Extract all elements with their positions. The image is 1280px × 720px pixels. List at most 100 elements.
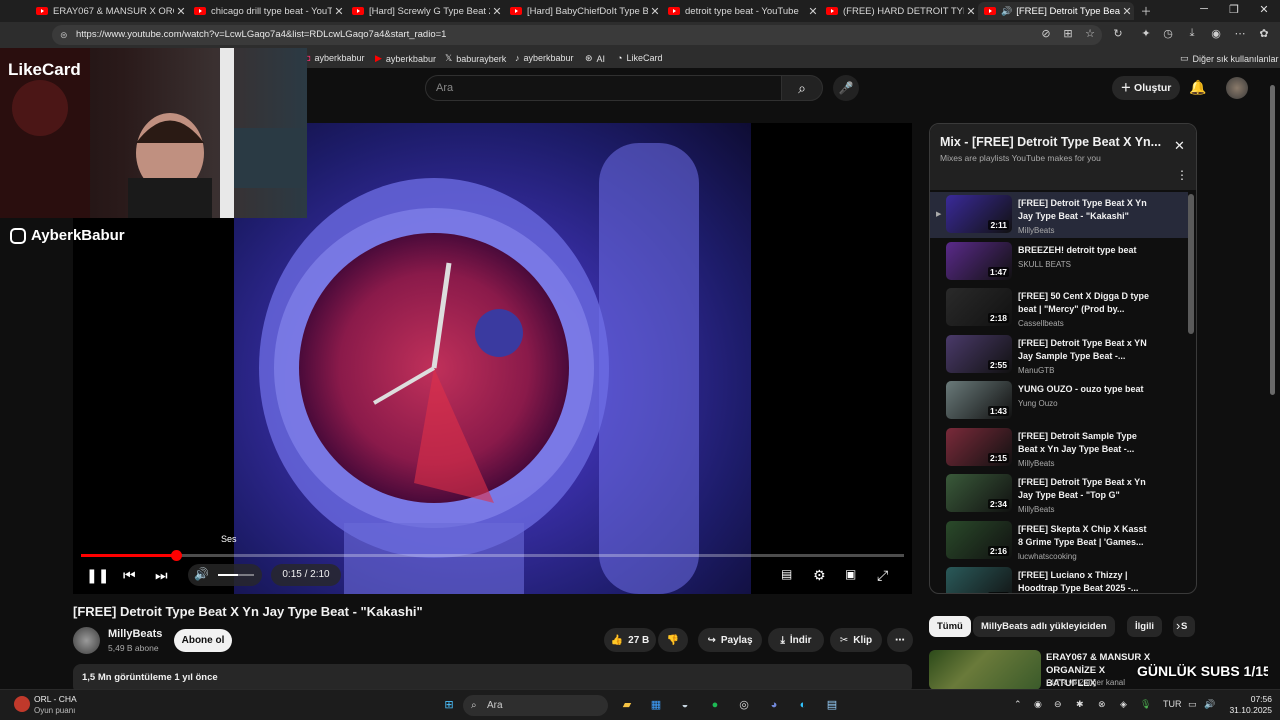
browser-tab[interactable]: detroit type beat - YouTube ✕	[662, 2, 820, 20]
tray-app-icon[interactable]: ✱	[1076, 699, 1084, 710]
clip-button[interactable]: ✂ Klip	[830, 628, 882, 652]
playlist-item[interactable]: 2:18 [FREE] 50 Cent X Digga D type beat |…	[930, 285, 1188, 331]
more-actions-button[interactable]: ⋯	[887, 628, 913, 652]
game-score-icon[interactable]	[14, 696, 30, 712]
playlist-item[interactable]: 1:43 YUNG OUZO - ouzo type beat Yung Ouzo	[930, 378, 1188, 424]
dislike-button[interactable]: 👎	[658, 628, 688, 652]
maximize-icon[interactable]: ❐	[1222, 3, 1246, 16]
voice-search-button[interactable]: 🎤	[833, 75, 859, 101]
volume-control[interactable]: 🔊	[188, 564, 262, 586]
playlist-item-title[interactable]: [FREE] Detroit Type Beat x Yn Jay Type B…	[1018, 476, 1153, 502]
subscribe-button[interactable]: Abone ol	[174, 629, 232, 652]
notifications-bell-icon[interactable]: 🔔	[1189, 79, 1206, 96]
browser-tab[interactable]: [Hard] Screwly G Type Beat 2025✕	[346, 2, 504, 20]
progress-scrubber[interactable]	[170, 550, 182, 561]
playlist-item[interactable]: 2:15 [FREE] Detroit Sample Type Beat x Yn…	[930, 425, 1188, 471]
playlist-item-title[interactable]: YUNG OUZO - ouzo type beat	[1018, 383, 1153, 396]
playlist-thumbnail[interactable]: 2:18	[946, 288, 1012, 326]
extensions-icon[interactable]: ✦	[1138, 27, 1154, 40]
filter-chip[interactable]: İlgili	[1127, 616, 1162, 637]
close-tab-icon[interactable]: ✕	[964, 5, 978, 18]
playlist-menu-icon[interactable]: ⋮	[1176, 168, 1188, 182]
pause-button[interactable]: ❚❚	[86, 567, 109, 584]
tray-overflow-icon[interactable]: ⌃	[1014, 699, 1022, 710]
windows-start-icon[interactable]: ⊞	[440, 697, 458, 714]
playlist-item-title[interactable]: [FREE] Detroit Sample Type Beat x Yn Jay…	[1018, 430, 1153, 456]
browser-tab[interactable]: ERAY067 & MANSUR X ORGANİZE✕	[30, 2, 188, 20]
spotify-icon[interactable]: ●	[706, 697, 724, 714]
minimize-icon[interactable]: ─	[1192, 3, 1216, 15]
filter-chip[interactable]: MillyBeats adlı yükleyiciden	[973, 616, 1115, 637]
browser-tab[interactable]: (FREE) HARD DETROIT TYPE BEAT✕	[820, 2, 978, 20]
tray-app-icon[interactable]: ◉	[1034, 699, 1042, 710]
window-close-icon[interactable]: ✕	[1252, 3, 1276, 16]
tray-app-icon[interactable]: ⊗	[1098, 699, 1106, 710]
address-bar[interactable]: ⊜ https://www.youtube.com/watch?v=LcwLGa…	[52, 25, 1102, 45]
playlist-item[interactable]: 2:55 [FREE] Detroit Type Beat x YN Jay Sa…	[930, 332, 1188, 378]
like-button[interactable]: 👍 27 B	[604, 628, 656, 652]
site-info-icon[interactable]: ⊜	[60, 25, 68, 45]
tray-app-icon[interactable]: ◈	[1120, 699, 1127, 710]
refresh-icon[interactable]: ↻	[1110, 27, 1126, 40]
playlist-item[interactable]: 2:17 [FREE] Luciano x Thizzy | Hoodtrap T…	[930, 564, 1188, 593]
playlist-item[interactable]: 1:47 BREEZEH! detroit type beat SKULL BEAT…	[930, 239, 1188, 285]
bookmark-item[interactable]: ⊛ AI	[585, 53, 605, 64]
playlist-item[interactable]: ▶ 2:11 [FREE] Detroit Type Beat X Yn Jay T…	[930, 192, 1188, 238]
playlist-item-title[interactable]: [FREE] Detroit Type Beat x YN Jay Sample…	[1018, 337, 1153, 363]
tray-app-icon[interactable]: ⊖	[1054, 699, 1062, 710]
language-indicator[interactable]: TUR	[1163, 699, 1182, 709]
browser-tab[interactable]: [Hard] BabyChiefDoIt Type Beat 2✕	[504, 2, 662, 20]
bookmark-item[interactable]: ◔ LikeCard	[617, 53, 662, 63]
account-avatar[interactable]	[1226, 77, 1248, 99]
playlist-item-title[interactable]: [FREE] Detroit Type Beat X Yn Jay Type B…	[1018, 197, 1153, 223]
chips-next-icon[interactable]: ›	[1176, 618, 1180, 633]
playlist-thumbnail[interactable]: 2:55	[946, 334, 1012, 373]
captions-icon[interactable]: ▤	[781, 567, 792, 581]
close-tab-icon[interactable]: ✕	[174, 5, 188, 18]
playlist-scrollbar[interactable]	[1188, 194, 1194, 334]
playlist-title[interactable]: Mix - [FREE] Detroit Type Beat X Yn...	[940, 135, 1161, 149]
fullscreen-icon[interactable]: ⤢	[877, 567, 888, 584]
playlist-thumbnail[interactable]: 2:17	[946, 567, 1012, 593]
progress-bar[interactable]	[81, 554, 904, 557]
edge-icon[interactable]: ◐	[794, 697, 812, 714]
new-tab-icon[interactable]: ＋	[1134, 3, 1158, 19]
discord-icon[interactable]: ◕	[765, 697, 783, 714]
playlist-item-title[interactable]: [FREE] 50 Cent X Digga D type beat | "Me…	[1018, 290, 1153, 316]
microphone-icon[interactable]: 🎙	[1140, 699, 1151, 710]
profile-icon[interactable]: ◉	[1208, 27, 1224, 40]
bookmark-item[interactable]: 𝕏baburayberk	[445, 53, 506, 64]
history-icon[interactable]: ◷	[1160, 27, 1176, 40]
settings-gear-icon[interactable]: ⚙	[813, 567, 826, 584]
playlist-item-title[interactable]: [FREE] Skepta X Chip X Kasst 8 Grime Typ…	[1018, 523, 1153, 549]
channel-avatar[interactable]	[73, 627, 100, 654]
browser-tab-active[interactable]: 🔊[FREE] Detroit Type Beat X Y✕	[978, 2, 1134, 20]
close-tab-icon[interactable]: ✕	[332, 5, 346, 18]
volume-icon[interactable]: 🔊	[194, 567, 209, 581]
notepad-icon[interactable]: ▤	[823, 697, 841, 714]
previous-button[interactable]: ⏮	[123, 567, 136, 584]
other-bookmarks[interactable]: ▭ Diğer sık kullanılanlar	[1180, 53, 1279, 64]
filter-chip[interactable]: Tümü	[929, 616, 971, 637]
page-scroll-thumb[interactable]	[1270, 85, 1275, 395]
recommended-thumbnail[interactable]	[929, 650, 1041, 690]
share-button[interactable]: ↪ Paylaş	[698, 628, 762, 652]
copilot-icon[interactable]: ✿	[1256, 27, 1272, 40]
close-tab-icon[interactable]: ✕	[490, 5, 504, 18]
file-explorer-icon[interactable]: ▰	[618, 697, 636, 714]
playlist-item-title[interactable]: [FREE] Luciano x Thizzy | Hoodtrap Type …	[1018, 569, 1153, 593]
close-tab-icon[interactable]: ✕	[1120, 5, 1134, 18]
bookmark-item[interactable]: ◘ ayberkbabur	[305, 53, 364, 63]
taskbar-search[interactable]: ⌕ Ara	[463, 695, 608, 716]
playlist-thumbnail[interactable]: 2:15	[946, 427, 1012, 466]
translate-icon[interactable]: ⊘	[1038, 27, 1054, 40]
volume-tray-icon[interactable]: 🔊	[1204, 699, 1215, 710]
playlist-item[interactable]: 2:34 [FREE] Detroit Type Beat x Yn Jay Ty…	[930, 471, 1188, 517]
download-button[interactable]: ⤓ İndir	[768, 628, 824, 652]
channel-name[interactable]: MillyBeats	[108, 628, 162, 640]
playlist-thumbnail[interactable]: 1:43	[946, 381, 1012, 419]
playlist-item[interactable]: 2:16 [FREE] Skepta X Chip X Kasst 8 Grime…	[930, 518, 1188, 564]
taskbar-clock[interactable]: 07:56 31.10.2025	[1222, 694, 1272, 716]
app-icon[interactable]: ◎	[735, 697, 753, 714]
network-icon[interactable]: ▭	[1188, 699, 1197, 710]
